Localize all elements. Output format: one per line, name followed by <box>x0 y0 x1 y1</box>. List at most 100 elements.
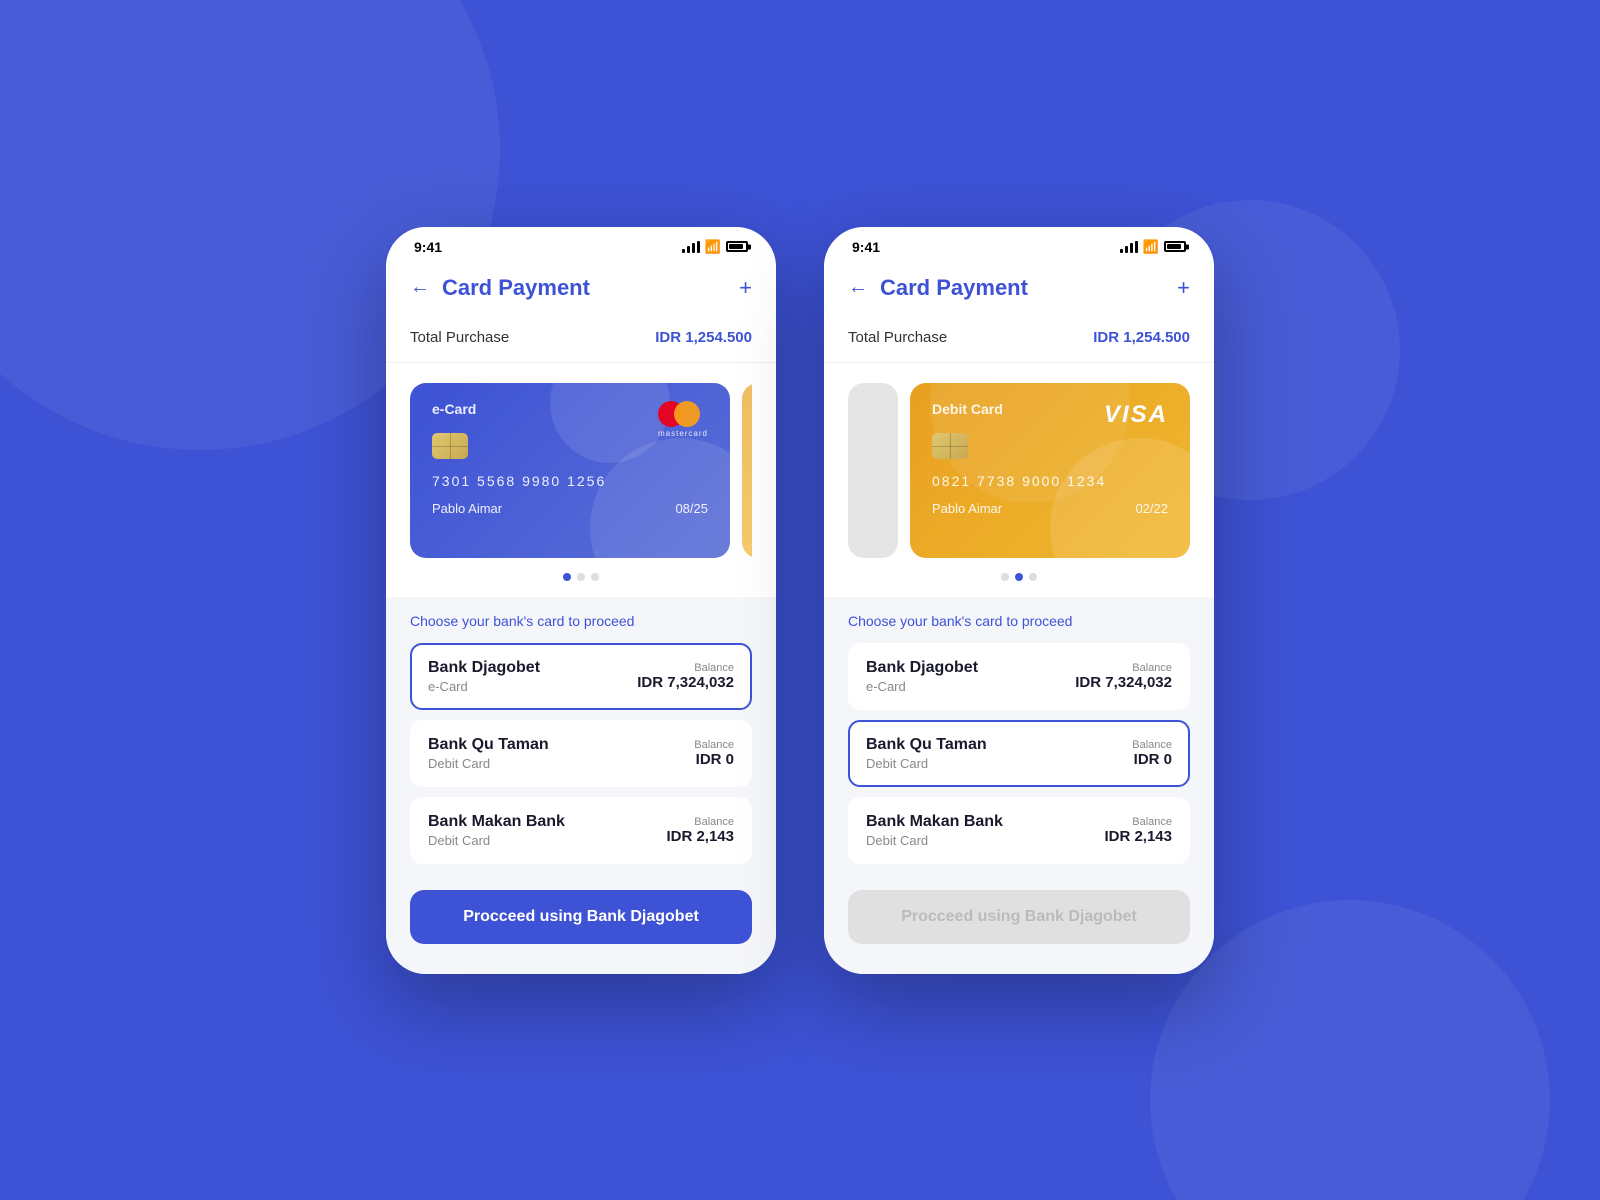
proceed-section-2: Procceed using Bank Djagobet <box>824 874 1214 974</box>
bank-type-1-3: Debit Card <box>428 833 565 848</box>
bank-item-2-1[interactable]: Bank Djagobet e-Card Balance IDR 7,324,0… <box>848 643 1190 710</box>
proceed-button-1[interactable]: Procceed using Bank Djagobet <box>410 890 752 944</box>
total-amount-2: IDR 1,254.500 <box>1093 329 1190 346</box>
wifi-icon-1: 📶 <box>705 239 721 255</box>
bank-info-right-1-1: Balance IDR 7,324,032 <box>637 662 734 691</box>
add-button-2[interactable]: + <box>1177 275 1190 301</box>
add-button-1[interactable]: + <box>739 275 752 301</box>
bank-name-2-3: Bank Makan Bank <box>866 813 1003 831</box>
bank-info-right-1-3: Balance IDR 2,143 <box>666 816 734 845</box>
back-button-1[interactable]: ← <box>410 276 430 299</box>
mastercard-logo-1: mastercard <box>658 401 708 438</box>
balance-amount-2-1: IDR 7,324,032 <box>1075 674 1172 691</box>
balance-label-2-3: Balance <box>1104 816 1172 828</box>
bank-item-1-3[interactable]: Bank Makan Bank Debit Card Balance IDR 2… <box>410 797 752 864</box>
bank-name-2-1: Bank Djagobet <box>866 659 978 677</box>
bank-info-left-1-3: Bank Makan Bank Debit Card <box>428 813 565 848</box>
card-carousel-2[interactable]: Debit Card VISA 0821 7738 9000 1234 Pabl… <box>848 383 1190 563</box>
page-title-1: Card Payment <box>442 275 590 301</box>
back-button-2[interactable]: ← <box>848 276 868 299</box>
proceed-button-2[interactable]: Procceed using Bank Djagobet <box>848 890 1190 944</box>
proceed-section-1: Procceed using Bank Djagobet <box>386 874 776 974</box>
status-bar-1: 9:41 📶 <box>386 227 776 263</box>
bank-name-1-2: Bank Qu Taman <box>428 736 549 754</box>
phone-1: 9:41 📶 ← Card Payment + <box>386 227 776 974</box>
bank-info-left-1-1: Bank Djagobet e-Card <box>428 659 540 694</box>
phones-container: 9:41 📶 ← Card Payment + <box>386 227 1214 974</box>
total-purchase-2: Total Purchase IDR 1,254.500 <box>824 317 1214 363</box>
choose-bank-section-2: Choose your bank's card to proceed Bank … <box>824 597 1214 874</box>
carousel-dots-1 <box>410 573 752 581</box>
bank-info-right-2-3: Balance IDR 2,143 <box>1104 816 1172 845</box>
signal-icon-1 <box>682 241 700 253</box>
dot-2-2[interactable] <box>1015 573 1023 581</box>
balance-label-1-2: Balance <box>694 739 734 751</box>
dot-1-3[interactable] <box>591 573 599 581</box>
bank-type-1-1: e-Card <box>428 679 540 694</box>
dot-2-1[interactable] <box>1001 573 1009 581</box>
status-bar-2: 9:41 📶 <box>824 227 1214 263</box>
card-section-2: Debit Card VISA 0821 7738 9000 1234 Pabl… <box>824 363 1214 597</box>
page-title-2: Card Payment <box>880 275 1028 301</box>
credit-card-2[interactable]: Debit Card VISA 0821 7738 9000 1234 Pabl… <box>910 383 1190 558</box>
card-section-1: e-Card mastercard 7301 5568 9980 1256 <box>386 363 776 597</box>
balance-label-1-1: Balance <box>637 662 734 674</box>
bank-item-1-2[interactable]: Bank Qu Taman Debit Card Balance IDR 0 <box>410 720 752 787</box>
card-type-1: e-Card <box>432 401 476 417</box>
visa-logo-2: VISA <box>1104 401 1168 429</box>
card-name-1: Pablo Aimar <box>432 501 502 516</box>
choose-bank-label-2: Choose your bank's card to proceed <box>848 613 1190 629</box>
total-label-1: Total Purchase <box>410 329 509 346</box>
bank-info-right-2-1: Balance IDR 7,324,032 <box>1075 662 1172 691</box>
header-left-2: ← Card Payment <box>848 275 1028 301</box>
balance-label-2-1: Balance <box>1075 662 1172 674</box>
bank-name-1-1: Bank Djagobet <box>428 659 540 677</box>
dot-1-2[interactable] <box>577 573 585 581</box>
choose-bank-label-1: Choose your bank's card to proceed <box>410 613 752 629</box>
bank-info-right-1-2: Balance IDR 0 <box>694 739 734 768</box>
total-amount-1: IDR 1,254.500 <box>655 329 752 346</box>
bank-type-2-2: Debit Card <box>866 756 987 771</box>
card-name-2: Pablo Aimar <box>932 501 1002 516</box>
battery-icon-1 <box>726 241 748 252</box>
bank-item-1-1[interactable]: Bank Djagobet e-Card Balance IDR 7,324,0… <box>410 643 752 710</box>
total-purchase-1: Total Purchase IDR 1,254.500 <box>386 317 776 363</box>
bank-item-2-2[interactable]: Bank Qu Taman Debit Card Balance IDR 0 <box>848 720 1190 787</box>
balance-label-2-2: Balance <box>1132 739 1172 751</box>
card-peek-left-2[interactable] <box>848 383 898 558</box>
status-icons-2: 📶 <box>1120 239 1186 255</box>
signal-icon-2 <box>1120 241 1138 253</box>
balance-amount-1-1: IDR 7,324,032 <box>637 674 734 691</box>
balance-amount-2-3: IDR 2,143 <box>1104 828 1172 845</box>
card-peek-1[interactable] <box>742 383 752 558</box>
carousel-dots-2 <box>848 573 1190 581</box>
bank-type-2-3: Debit Card <box>866 833 1003 848</box>
wifi-icon-2: 📶 <box>1143 239 1159 255</box>
credit-card-1[interactable]: e-Card mastercard 7301 5568 9980 1256 <box>410 383 730 558</box>
balance-label-1-3: Balance <box>666 816 734 828</box>
phone-2: 9:41 📶 ← Card Payment + <box>824 227 1214 974</box>
balance-amount-1-3: IDR 2,143 <box>666 828 734 845</box>
time-2: 9:41 <box>852 239 880 255</box>
dot-1-1[interactable] <box>563 573 571 581</box>
balance-amount-1-2: IDR 0 <box>694 751 734 768</box>
balance-amount-2-2: IDR 0 <box>1132 751 1172 768</box>
header-1: ← Card Payment + <box>386 263 776 317</box>
bank-info-left-1-2: Bank Qu Taman Debit Card <box>428 736 549 771</box>
time-1: 9:41 <box>414 239 442 255</box>
header-2: ← Card Payment + <box>824 263 1214 317</box>
battery-icon-2 <box>1164 241 1186 252</box>
header-left-1: ← Card Payment <box>410 275 590 301</box>
chip-2 <box>932 433 968 459</box>
card-carousel-1[interactable]: e-Card mastercard 7301 5568 9980 1256 <box>410 383 752 563</box>
card-visible-2: Debit Card VISA 0821 7738 9000 1234 Pabl… <box>848 383 1190 558</box>
bank-name-1-3: Bank Makan Bank <box>428 813 565 831</box>
bank-info-left-2-2: Bank Qu Taman Debit Card <box>866 736 987 771</box>
dot-2-3[interactable] <box>1029 573 1037 581</box>
bank-item-2-3[interactable]: Bank Makan Bank Debit Card Balance IDR 2… <box>848 797 1190 864</box>
bank-info-left-2-3: Bank Makan Bank Debit Card <box>866 813 1003 848</box>
choose-bank-section-1: Choose your bank's card to proceed Bank … <box>386 597 776 874</box>
chip-1 <box>432 433 468 459</box>
bank-info-right-2-2: Balance IDR 0 <box>1132 739 1172 768</box>
bank-type-1-2: Debit Card <box>428 756 549 771</box>
